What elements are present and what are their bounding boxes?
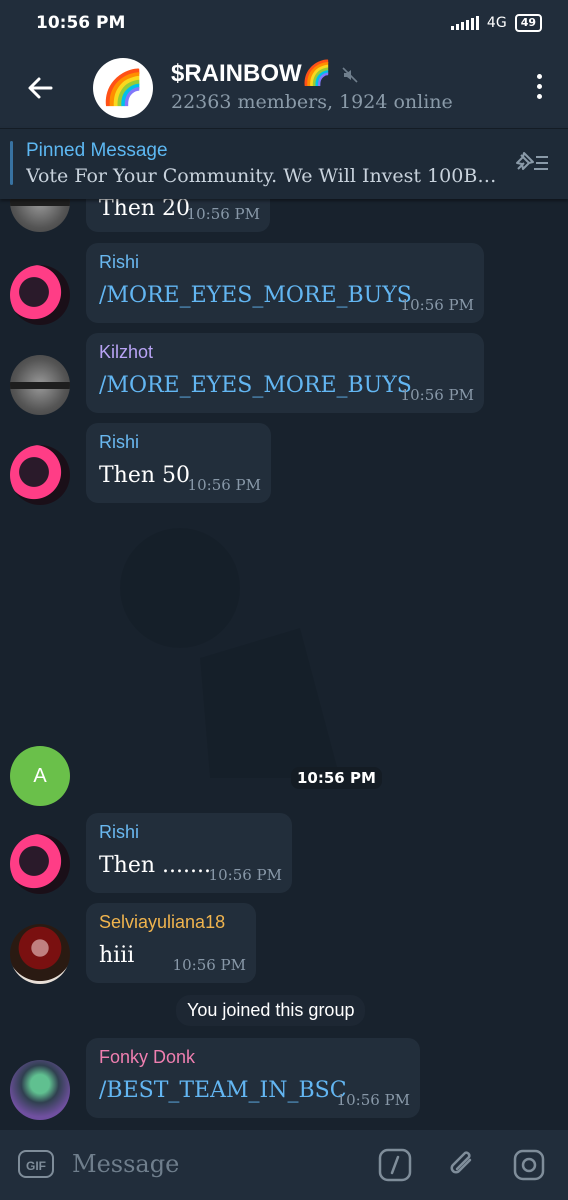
sender-avatar[interactable] [10, 924, 70, 984]
message-bubble[interactable]: Rishi Then 50 10:56 PM [86, 423, 271, 503]
message-text: Then 50 [99, 463, 191, 488]
sender-avatar[interactable] [10, 198, 70, 232]
sender-avatar[interactable] [10, 834, 70, 894]
avatar-letter: A [33, 764, 47, 787]
message-time: 10:56 PM [291, 767, 382, 789]
sender-avatar[interactable] [10, 265, 70, 325]
message-bubble[interactable]: Then 20 10:56 PM [86, 198, 270, 232]
pinned-message-bar[interactable]: Pinned Message Vote For Your Community. … [0, 128, 568, 199]
message-text: Then 20 [99, 198, 191, 221]
pinned-list-icon[interactable] [512, 149, 550, 177]
sender-avatar[interactable]: A [10, 746, 70, 806]
gif-button[interactable]: GIF [18, 1150, 54, 1178]
sender-name[interactable]: Selviayuliana18 [99, 912, 225, 933]
camera-icon[interactable] [512, 1148, 546, 1182]
message-text: Then ....... [99, 853, 211, 878]
sender-avatar[interactable] [10, 1060, 70, 1120]
battery-icon: 49 [514, 14, 542, 32]
bot-command-link[interactable]: /BEST_TEAM_IN_BSC [99, 1078, 347, 1103]
bot-command-link[interactable]: /MORE_EYES_MORE_BUYS [99, 283, 412, 308]
message-list[interactable]: Then 20 10:56 PM Rishi /MORE_EYES_MORE_B… [0, 198, 568, 1130]
message-time: 10:56 PM [400, 296, 474, 314]
bot-command-icon[interactable] [378, 1148, 412, 1182]
chat-header: 🌈 $RAINBOW🌈 22363 members, 1924 online [0, 46, 568, 128]
message-bubble[interactable]: Kilzhot /MORE_EYES_MORE_BUYS 10:56 PM [86, 333, 484, 413]
sender-name[interactable]: Rishi [99, 432, 139, 453]
message-bubble[interactable]: Rishi Then ....... 10:56 PM [86, 813, 292, 893]
attach-icon[interactable] [446, 1148, 480, 1182]
signal-icon [450, 16, 479, 30]
service-message: You joined this group [176, 995, 366, 1026]
status-time: 10:56 PM [36, 13, 126, 33]
rainbow-icon: 🌈 [101, 68, 145, 108]
message-input[interactable]: Message [72, 1150, 179, 1178]
group-member-count: 22363 members, 1924 online [171, 91, 453, 113]
message-bubble[interactable]: Rishi /MORE_EYES_MORE_BUYS 10:56 PM [86, 243, 484, 323]
message-bubble[interactable]: Selviayuliana18 hiii 10:56 PM [86, 903, 256, 983]
sender-name[interactable]: Rishi [99, 822, 139, 843]
status-bar: 10:56 PM 4G 49 [0, 0, 568, 46]
message-time: 10:56 PM [187, 476, 261, 494]
message-time: 10:56 PM [172, 956, 246, 974]
pinned-text: Vote For Your Community. We Will Invest … [26, 165, 506, 187]
message-time: 10:56 PM [208, 866, 282, 884]
pinned-label: Pinned Message [26, 140, 168, 161]
message-time: 10:56 PM [186, 205, 260, 223]
sender-name[interactable]: Fonky Donk [99, 1047, 195, 1068]
message-time: 10:56 PM [336, 1091, 410, 1109]
status-icons: 4G 49 [450, 14, 542, 32]
message-time: 10:56 PM [400, 386, 474, 404]
message-text: hiii [99, 943, 135, 968]
sender-avatar[interactable] [10, 445, 70, 505]
background-watermark [120, 528, 340, 778]
bot-command-link[interactable]: /MORE_EYES_MORE_BUYS [99, 373, 412, 398]
sender-name[interactable]: Kilzhot [99, 342, 153, 363]
sender-avatar[interactable] [10, 355, 70, 415]
muted-icon [342, 67, 358, 83]
more-menu-icon[interactable] [536, 74, 544, 102]
network-type: 4G [486, 15, 507, 31]
message-input-bar: GIF Message [0, 1130, 568, 1200]
group-title-text: $RAINBOW🌈 [171, 60, 332, 87]
sender-name[interactable]: Rishi [99, 252, 139, 273]
pinned-indicator [10, 141, 13, 185]
group-avatar[interactable]: 🌈 [93, 58, 153, 118]
back-arrow-icon[interactable] [24, 72, 56, 104]
group-title[interactable]: $RAINBOW🌈 [171, 59, 358, 88]
message-bubble[interactable]: Fonky Donk /BEST_TEAM_IN_BSC 10:56 PM [86, 1038, 420, 1118]
